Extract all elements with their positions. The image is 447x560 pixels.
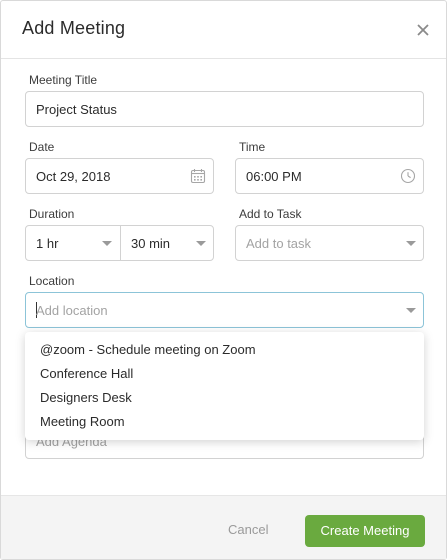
date-value: Oct 29, 2018 (36, 169, 111, 184)
dialog-header: Add Meeting (1, 1, 446, 59)
duration-minutes-value: 30 min (131, 236, 171, 251)
add-meeting-dialog: Add Meeting Meeting Title Project Status… (0, 0, 447, 560)
dialog-title: Add Meeting (22, 18, 126, 38)
location-input[interactable]: Add location (25, 292, 424, 328)
chevron-down-icon[interactable] (406, 308, 416, 313)
location-option-conference-hall[interactable]: Conference Hall (40, 366, 133, 381)
task-placeholder: Add to task (246, 236, 312, 251)
task-select[interactable]: Add to task (235, 225, 424, 261)
location-option-meeting-room[interactable]: Meeting Room (40, 414, 125, 429)
meeting-title-value: Project Status (36, 102, 117, 117)
clock-icon[interactable] (400, 168, 416, 184)
duration-hours-select[interactable]: 1 hr (26, 226, 120, 260)
meeting-title-label: Meeting Title (29, 73, 98, 87)
location-label: Location (29, 274, 75, 288)
calendar-icon[interactable] (190, 168, 206, 184)
duration-label: Duration (29, 207, 75, 221)
time-label: Time (239, 140, 266, 154)
duration-input: 1 hr 30 min (25, 225, 214, 261)
location-placeholder: Add location (36, 303, 108, 318)
date-input[interactable]: Oct 29, 2018 (25, 158, 214, 194)
date-label: Date (29, 140, 55, 154)
time-value: 06:00 PM (246, 169, 302, 184)
task-label: Add to Task (239, 207, 302, 221)
chevron-down-icon (196, 241, 206, 246)
chevron-down-icon (102, 241, 112, 246)
location-dropdown: @zoom - Schedule meeting on Zoom Confere… (25, 332, 424, 440)
chevron-down-icon (406, 241, 416, 246)
location-option-zoom[interactable]: @zoom - Schedule meeting on Zoom (40, 342, 256, 357)
create-meeting-button[interactable]: Create Meeting (305, 515, 425, 547)
cancel-button[interactable]: Cancel (228, 522, 268, 537)
dialog-footer: Cancel Create Meeting (1, 495, 446, 559)
close-icon[interactable] (413, 20, 433, 40)
location-option-designers-desk[interactable]: Designers Desk (40, 390, 132, 405)
meeting-title-input[interactable]: Project Status (25, 91, 424, 127)
time-input[interactable]: 06:00 PM (235, 158, 424, 194)
duration-minutes-select[interactable]: 30 min (121, 226, 213, 260)
duration-hours-value: 1 hr (36, 236, 59, 251)
